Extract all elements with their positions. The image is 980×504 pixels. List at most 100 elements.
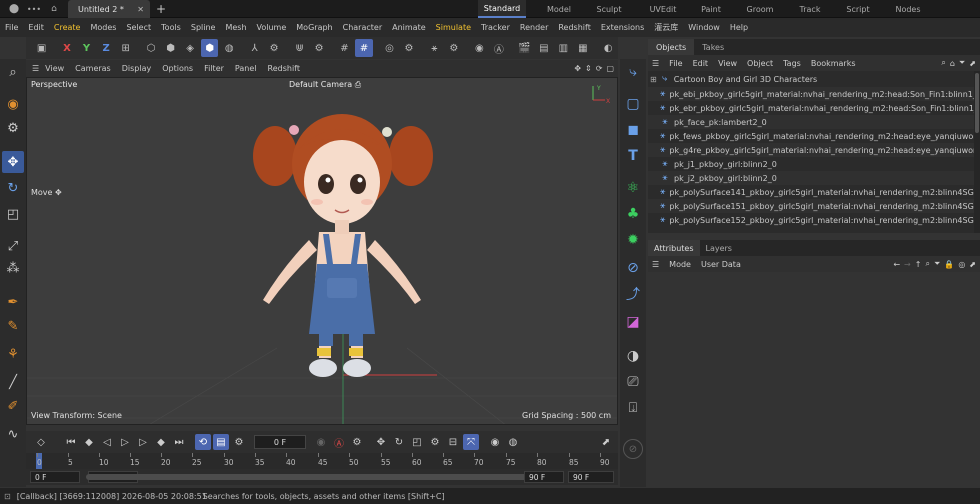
spline-smooth-icon[interactable]: ⚘	[2, 343, 24, 365]
field-icon[interactable]: ⊘	[622, 257, 644, 279]
key-rotation-icon[interactable]: ↻	[391, 434, 407, 450]
menu-window[interactable]: Window	[688, 23, 720, 32]
layout-tab-script[interactable]: Script	[840, 0, 876, 18]
symmetry-icon[interactable]: ⚹	[426, 39, 444, 57]
rotate-tool-icon[interactable]: ↻	[2, 177, 24, 199]
objects-menu-view[interactable]: View	[718, 59, 737, 68]
record-keys-icon[interactable]: ◉	[313, 434, 329, 450]
tab-attributes[interactable]: Attributes	[648, 240, 700, 256]
mograph-effector-icon[interactable]: ♣	[622, 203, 644, 225]
sound-icon[interactable]: ◍	[505, 434, 521, 450]
attributes-new-icon[interactable]: ◎	[958, 260, 965, 269]
attributes-menu-user-data[interactable]: User Data	[701, 260, 741, 269]
spline-rectangle-icon[interactable]: ▢	[622, 93, 644, 115]
objects-search-icon[interactable]: ⌕	[941, 58, 945, 68]
points-mode-icon[interactable]: ⬡	[142, 39, 160, 57]
current-frame-field[interactable]: 0 F	[254, 435, 306, 449]
objects-menu-object[interactable]: Object	[747, 59, 773, 68]
object-row[interactable]: ⚹ pk_g4re_pkboy_girlc5girl_material:nvhai…	[648, 143, 974, 157]
key-point-level-icon[interactable]: ⤧	[463, 434, 479, 450]
environment-icon[interactable]: ◑	[622, 345, 644, 367]
magnet-settings-icon[interactable]: ⚙	[310, 39, 328, 57]
uv-mode-icon[interactable]: ◍	[220, 39, 238, 57]
menu-select[interactable]: Select	[126, 23, 151, 32]
coordinate-system-icon[interactable]: ⊞	[117, 39, 135, 57]
autokey-icon[interactable]: Ⓐ	[331, 434, 347, 450]
viewport-menu-display[interactable]: Display	[122, 64, 152, 73]
menu-character[interactable]: Character	[343, 23, 383, 32]
menu-mesh[interactable]: Mesh	[225, 23, 246, 32]
window-dots-icon[interactable]: •••	[24, 0, 44, 18]
render-settings-icon[interactable]: ▦	[574, 39, 592, 57]
sketch-tool-icon[interactable]: ✎	[2, 315, 24, 337]
selection-settings-icon[interactable]: ⚙	[2, 117, 24, 139]
viewport-camera-label[interactable]: Default Camera ⎙	[289, 80, 361, 90]
viewport-menu-redshift[interactable]: Redshift	[268, 64, 300, 73]
home-icon[interactable]: ⌂	[44, 0, 64, 18]
viewport-menu-icon[interactable]: ☰	[32, 64, 39, 73]
attributes-filter-icon[interactable]: ⏷	[934, 259, 940, 269]
edges-mode-icon[interactable]: ⬢	[162, 39, 180, 57]
tab-takes[interactable]: Takes	[694, 39, 732, 55]
layout-tab-standard[interactable]: Standard	[478, 0, 526, 18]
workplane-settings-icon[interactable]: ⚙	[400, 39, 418, 57]
cube-primitive-icon[interactable]: ◼	[622, 119, 644, 141]
menu-mograph[interactable]: MoGraph	[296, 23, 332, 32]
model-mode-icon[interactable]: ▣	[33, 39, 51, 57]
record-icon[interactable]: ◉	[471, 39, 489, 57]
live-selection-icon[interactable]: ◉	[2, 93, 24, 115]
timeline-ruler[interactable]: 0 5 10 15 20 25 30 35 40 45 50 55 60 65 …	[26, 453, 618, 469]
go-to-end-icon[interactable]: ⏭	[171, 434, 187, 450]
scale-tool-icon[interactable]: ◰	[2, 203, 24, 225]
document-tab[interactable]: Untitled 2 * ✕	[68, 0, 150, 18]
key-settings-icon[interactable]: ⚙	[349, 434, 365, 450]
layout-tab-groom[interactable]: Groom	[742, 0, 778, 18]
lock-z-axis-button[interactable]: Z	[97, 39, 115, 57]
camera-object-icon[interactable]: ⎚	[622, 371, 644, 393]
layout-tab-track[interactable]: Track	[792, 0, 828, 18]
menu-simulate[interactable]: Simulate	[436, 23, 471, 32]
playback-settings-icon[interactable]: ⚙	[231, 434, 247, 450]
up-arrow-icon[interactable]: ↑	[915, 260, 922, 269]
play-icon[interactable]: ▷	[117, 434, 133, 450]
menu-spline[interactable]: Spline	[191, 23, 216, 32]
menu-help[interactable]: Help	[730, 23, 748, 32]
transform-tool-icon[interactable]: ⤢	[2, 235, 24, 257]
axis-settings-icon[interactable]: ⚙	[265, 39, 283, 57]
menu-redshift[interactable]: Redshift	[558, 23, 590, 32]
object-row[interactable]: ⚹ pk_face_pk:lambert2_0	[648, 115, 974, 129]
object-row[interactable]: ⚹ pk_j2_pkboy_girl:blinn2_0	[648, 171, 974, 185]
search-icon[interactable]: ⌕	[2, 61, 24, 83]
app-menu-icon[interactable]: ⬤	[4, 0, 24, 18]
menu-modes[interactable]: Modes	[90, 23, 116, 32]
viewport-menu-filter[interactable]: Filter	[204, 64, 224, 73]
key-pla-icon[interactable]: ⊟	[445, 434, 461, 450]
layout-tab-nodes[interactable]: Nodes	[890, 0, 926, 18]
text-object-icon[interactable]: T	[622, 145, 644, 167]
move-tool-icon[interactable]: ✥	[2, 151, 24, 173]
placement-tool-icon[interactable]: ⁂	[2, 257, 24, 279]
object-row[interactable]: ⚹ pk_fews_pkboy_girlc5girl_material:nvhai…	[648, 129, 974, 143]
lock-y-axis-button[interactable]: Y	[78, 39, 96, 57]
attributes-menu-mode[interactable]: Mode	[669, 260, 691, 269]
tab-objects[interactable]: Objects	[648, 39, 695, 55]
snap-grid-icon[interactable]: #	[336, 39, 354, 57]
viewport-menu-view[interactable]: View	[45, 64, 64, 73]
motion-clip-icon[interactable]: ◉	[487, 434, 503, 450]
range-end-field[interactable]: 90 F	[568, 471, 614, 483]
attributes-maximize-icon[interactable]: ⬈	[969, 260, 976, 269]
viewport-dolly-icon[interactable]: ⇕	[585, 64, 592, 73]
object-row[interactable]: ⚹ pk_j1_pkboy_girl:blinn2_0	[648, 157, 974, 171]
cloner-icon[interactable]: ⚛	[622, 177, 644, 199]
menu-tracker[interactable]: Tracker	[481, 23, 510, 32]
object-row[interactable]: ⚹ pk_ebr_pkboy_girlc5girl_material:nvhai_…	[648, 101, 974, 115]
next-frame-icon[interactable]: ▷	[135, 434, 151, 450]
scrollbar-thumb[interactable]	[975, 73, 979, 133]
viewport-pan-icon[interactable]: ✥	[574, 64, 581, 73]
menu-edit[interactable]: Edit	[28, 23, 44, 32]
layout-tab-sculpt[interactable]: Sculpt	[590, 0, 628, 18]
layout-tab-uvedit[interactable]: UVEdit	[643, 0, 683, 18]
menu-tools[interactable]: Tools	[161, 23, 181, 32]
attributes-menu-icon[interactable]: ☰	[652, 260, 659, 269]
axis-tool-icon[interactable]: ⅄	[246, 39, 264, 57]
